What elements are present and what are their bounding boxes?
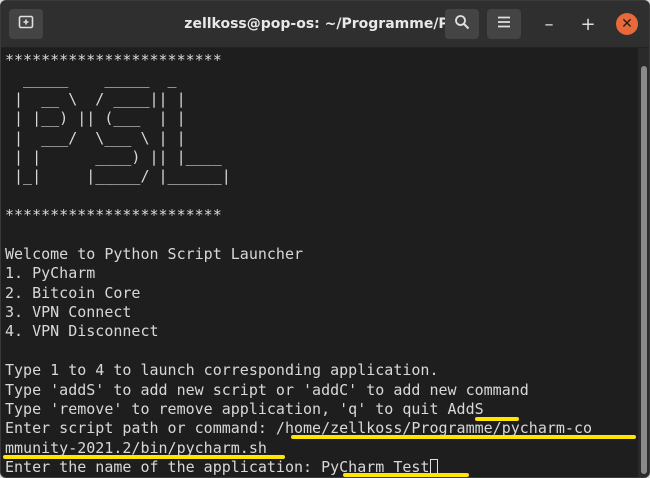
annotation-underline [3, 455, 285, 459]
title-bar: zellkoss@pop-os: ~/Programme/PSL – + ✕ [1, 1, 649, 48]
terminal-line: |_| |_____/ |______| [5, 167, 231, 186]
search-icon [454, 14, 470, 35]
terminal-line: _____ _____ _ [5, 70, 177, 89]
terminal-output[interactable]: ************************ _____ _____ _ |… [1, 48, 636, 477]
terminal-line: Type 'addS' to add new script or 'addC' … [5, 380, 529, 399]
terminal-line: Welcome to Python Script Launcher [5, 244, 304, 263]
minimize-button[interactable]: – [538, 13, 560, 35]
terminal-prompt-line: Enter the name of the application: PyCha… [5, 458, 592, 477]
terminal-scrollbar[interactable] [638, 48, 649, 477]
new-tab-button[interactable] [9, 9, 43, 39]
terminal-line: | __ \ / ____|| | [5, 89, 186, 108]
new-tab-icon [18, 14, 34, 35]
terminal-line: 4. VPN Disconnect [5, 322, 159, 341]
terminal-line: ************************ [5, 51, 222, 69]
annotation-underline [475, 417, 519, 421]
terminal-window: zellkoss@pop-os: ~/Programme/PSL – + ✕ *… [0, 0, 650, 478]
scrollbar-thumb[interactable] [641, 66, 647, 474]
maximize-icon: + [580, 13, 596, 35]
terminal-text: ************************ _____ _____ _ |… [5, 51, 592, 477]
terminal-line: ************************ [5, 206, 222, 225]
terminal-line: | ___/ \___ \ | | [5, 128, 186, 147]
minimize-icon: – [544, 13, 554, 35]
terminal-line: | |__) || (___ | | [5, 109, 186, 128]
terminal-line: 3. VPN Connect [5, 303, 132, 322]
search-button[interactable] [445, 9, 479, 39]
hamburger-menu-icon [497, 15, 511, 34]
terminal-line: | | ____) || |____ [5, 147, 222, 166]
close-icon: ✕ [621, 16, 633, 32]
annotation-underline [291, 435, 636, 439]
terminal-line: Type 1 to 4 to launch corresponding appl… [5, 361, 439, 380]
menu-button[interactable] [487, 9, 521, 39]
annotation-underline [343, 473, 469, 477]
terminal-line: 1. PyCharm [5, 264, 96, 283]
terminal-line: 2. Bitcoin Core [5, 283, 141, 302]
maximize-button[interactable]: + [577, 13, 599, 35]
close-button[interactable]: ✕ [616, 13, 638, 35]
